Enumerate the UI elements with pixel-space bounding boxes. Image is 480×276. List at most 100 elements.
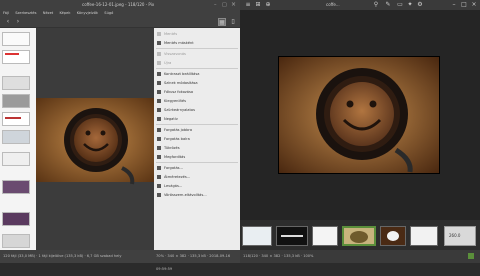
colors-icon bbox=[157, 81, 161, 85]
film-thumbnail[interactable] bbox=[380, 226, 406, 246]
context-menu-label: Forgatás... bbox=[164, 166, 183, 170]
thumbnail[interactable] bbox=[2, 180, 30, 194]
menu-images[interactable]: Képek bbox=[59, 11, 70, 15]
viewer-area[interactable] bbox=[240, 10, 480, 220]
folder-icon[interactable]: ▭ bbox=[396, 1, 404, 9]
equalize-icon bbox=[157, 99, 161, 103]
film-thumbnail[interactable]: 260.0 bbox=[444, 226, 476, 246]
browser-view-icon[interactable]: ▦ bbox=[218, 18, 226, 26]
context-menu-label: Negatív bbox=[164, 117, 178, 121]
pin-icon[interactable]: ⚲ bbox=[372, 1, 380, 9]
forward-icon[interactable]: › bbox=[14, 18, 22, 26]
undo-icon bbox=[157, 52, 161, 56]
sidebar-toggle-icon[interactable]: ▯ bbox=[229, 18, 237, 26]
context-menu-item[interactable]: Tükrözés bbox=[154, 144, 240, 152]
thumbnail[interactable] bbox=[2, 130, 30, 144]
context-menu-label: Visszavonás bbox=[164, 52, 186, 56]
context-menu-label: Átméretezés... bbox=[164, 175, 191, 179]
thumbnail[interactable] bbox=[2, 212, 30, 226]
window-title: coffee-16-12-01.jpeg - 118/120 - Pix bbox=[82, 2, 155, 7]
viewer-status-bar: 118/120 · 340 × 382 · 135,3 kB · 100% bbox=[240, 250, 480, 263]
save-as-icon bbox=[157, 41, 161, 45]
title-bar: coffee-16-12-01.jpeg - 118/120 - Pix – □… bbox=[0, 0, 240, 10]
context-menu-label: Mentés bbox=[164, 32, 178, 36]
menu-icon[interactable]: ≡ bbox=[244, 1, 252, 9]
viewer-title: coffe... bbox=[326, 2, 340, 7]
context-menu-label: Forgatás jobbra bbox=[164, 128, 193, 132]
settings-icon[interactable]: ⚙ bbox=[416, 1, 424, 9]
sharpen-icon bbox=[157, 90, 161, 94]
context-menu-label: Vörösszem-eltávolítás... bbox=[164, 193, 207, 197]
thumbnail[interactable] bbox=[2, 234, 30, 248]
statusbar-green-icon[interactable] bbox=[468, 253, 474, 259]
context-menu-item[interactable]: Kiegyenlítés bbox=[154, 97, 240, 105]
context-menu-label: Mentés másként bbox=[164, 41, 194, 45]
viewer-toolbar: ≡ ⊞ ⊕ coffe... ⚲ ✎ ▭ ✦ ⚙ – □ × bbox=[240, 0, 480, 10]
menu-separator bbox=[156, 124, 238, 125]
thumbnail[interactable] bbox=[2, 152, 30, 166]
context-menu-item: Visszavonás bbox=[154, 50, 240, 58]
brush-icon[interactable]: ✎ bbox=[384, 1, 392, 9]
context-menu-item[interactable]: Vörösszem-eltávolítás... bbox=[154, 191, 240, 199]
context-menu-item[interactable]: Megfordítás bbox=[154, 153, 240, 161]
menu-separator bbox=[156, 162, 238, 163]
context-menu-label: Tükrözés bbox=[164, 146, 180, 150]
mirror-icon bbox=[157, 146, 161, 150]
context-menu-item[interactable]: Fókusz fokozása bbox=[154, 88, 240, 96]
menu-separator bbox=[156, 68, 238, 69]
image-canvas[interactable] bbox=[36, 28, 154, 250]
context-menu-item[interactable]: Negatív bbox=[154, 115, 240, 123]
film-thumbnail[interactable] bbox=[242, 226, 272, 246]
context-menu-item[interactable]: Forgatás... bbox=[154, 164, 240, 172]
thumbnail[interactable] bbox=[2, 76, 30, 90]
context-menu-label: Kontraszt beállítása bbox=[164, 72, 200, 76]
context-menu-item[interactable]: Színek módosítása bbox=[154, 79, 240, 87]
context-menu-item[interactable]: Szürkeárnyalatos bbox=[154, 106, 240, 114]
thumbnail[interactable] bbox=[2, 50, 30, 64]
flip-icon bbox=[157, 155, 161, 159]
redeye-icon bbox=[157, 193, 161, 197]
rotate-icon bbox=[157, 166, 161, 170]
menu-bookmarks[interactable]: Könyvjelzők bbox=[77, 11, 98, 15]
context-menu-item[interactable]: Átméretezés... bbox=[154, 173, 240, 181]
zoom-icon[interactable]: ⊕ bbox=[264, 1, 272, 9]
redo-icon bbox=[157, 61, 161, 65]
back-icon[interactable]: ‹ bbox=[4, 18, 12, 26]
negative-icon bbox=[157, 117, 161, 121]
grayscale-icon bbox=[157, 108, 161, 112]
film-thumbnail[interactable] bbox=[410, 226, 438, 246]
toolbar: ‹ › ▦ ▯ bbox=[0, 16, 240, 28]
context-menu-item[interactable]: Kontraszt beállítása bbox=[154, 70, 240, 78]
context-menu-item[interactable]: Forgatás jobbra bbox=[154, 126, 240, 134]
context-menu-label: Szürkeárnyalatos bbox=[164, 108, 195, 112]
tools-icon[interactable]: ✦ bbox=[406, 1, 414, 9]
contrast-icon bbox=[157, 72, 161, 76]
context-menu-label: Forgatás balra bbox=[164, 137, 190, 141]
minimize-button[interactable]: – bbox=[450, 1, 458, 9]
close-button[interactable]: × bbox=[470, 1, 478, 9]
coffee-image-large bbox=[278, 56, 440, 174]
menu-help[interactable]: Súgó bbox=[104, 11, 113, 15]
menu-file[interactable]: Fájl bbox=[3, 11, 9, 15]
resize-icon bbox=[157, 175, 161, 179]
film-thumbnail[interactable] bbox=[276, 226, 308, 246]
close-button[interactable]: × bbox=[231, 1, 237, 8]
thumbnail[interactable] bbox=[2, 32, 30, 46]
minimize-button[interactable]: – bbox=[214, 2, 220, 8]
thumbnail[interactable] bbox=[2, 94, 30, 108]
fit-icon[interactable]: ⊞ bbox=[254, 1, 262, 9]
context-menu-item[interactable]: Levágás... bbox=[154, 182, 240, 190]
context-menu-item[interactable]: Mentés másként bbox=[154, 39, 240, 47]
thumbnail[interactable] bbox=[2, 112, 30, 126]
viewer-status-text: 118/120 · 340 × 382 · 135,3 kB · 100% bbox=[243, 254, 314, 258]
menu-edit[interactable]: Szerkesztés bbox=[15, 11, 36, 15]
maximize-button[interactable]: □ bbox=[460, 1, 468, 9]
context-menu-item[interactable]: Forgatás balra bbox=[154, 135, 240, 143]
maximize-button[interactable]: □ bbox=[222, 2, 228, 8]
context-menu-label: Megfordítás bbox=[164, 155, 186, 159]
film-thumbnail[interactable] bbox=[312, 226, 338, 246]
menu-view[interactable]: Nézet bbox=[43, 11, 53, 15]
status-left-text: 120 fájl (33,0 MB) · 1 fájl kijelölve (1… bbox=[3, 254, 122, 258]
film-thumbnail-selected[interactable] bbox=[342, 226, 376, 246]
crop-icon bbox=[157, 184, 161, 188]
